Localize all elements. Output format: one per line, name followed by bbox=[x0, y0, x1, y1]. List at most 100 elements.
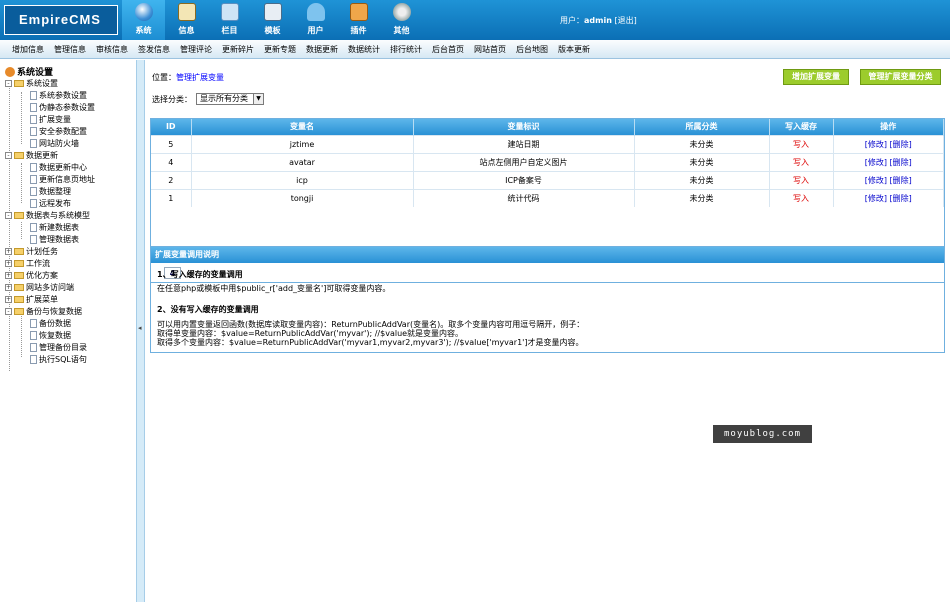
user-info: 用户：admin [退出] bbox=[560, 15, 637, 26]
edit-delete-links[interactable]: [修改] [删除] bbox=[865, 194, 912, 203]
menu-item[interactable]: 签发信息 bbox=[138, 44, 170, 55]
manage-var-category-button[interactable]: 管理扩展变量分类 bbox=[860, 69, 941, 85]
nav-label: 插件 bbox=[350, 26, 367, 35]
tree-item-backup-data[interactable]: 备份数据 bbox=[30, 318, 71, 329]
folder-icon bbox=[14, 272, 24, 279]
collapse-icon[interactable]: - bbox=[5, 308, 12, 315]
cell-actions: [修改] [删除] bbox=[833, 188, 944, 207]
tree-node-optimize[interactable]: + 优化方案 bbox=[5, 270, 58, 281]
menu-item[interactable]: 数据更新 bbox=[306, 44, 338, 55]
tree-item-exec-sql[interactable]: 执行SQL语句 bbox=[30, 354, 87, 365]
nav-system[interactable]: 系统 bbox=[122, 0, 165, 40]
cell-var-mark: ICP备案号 bbox=[413, 170, 635, 189]
edit-delete-links[interactable]: [修改] [删除] bbox=[865, 176, 912, 185]
cell-category: 未分类 bbox=[634, 170, 770, 189]
logout-link[interactable]: [退出] bbox=[614, 16, 636, 25]
menu-item[interactable]: 数据统计 bbox=[348, 44, 380, 55]
tree-node-scheduled-tasks[interactable]: + 计划任务 bbox=[5, 246, 58, 257]
tree-item-ext-vars[interactable]: 扩展变量 bbox=[30, 114, 71, 125]
tree-node-backup[interactable]: - 备份与恢复数据 bbox=[5, 306, 82, 317]
tree-item-backup-dir[interactable]: 管理备份目录 bbox=[30, 342, 87, 353]
nav-info[interactable]: 信息 bbox=[165, 0, 208, 40]
tree-item-pseudo-static[interactable]: 伪静态参数设置 bbox=[30, 102, 95, 113]
tree-root[interactable]: 系统设置 bbox=[5, 65, 53, 78]
menu-item[interactable]: 网站首页 bbox=[474, 44, 506, 55]
tree-item-sys-params[interactable]: 系统参数设置 bbox=[30, 90, 87, 101]
tree-line bbox=[21, 222, 22, 239]
menu-item[interactable]: 版本更新 bbox=[558, 44, 590, 55]
tree-item-data-tidy[interactable]: 数据整理 bbox=[30, 186, 71, 197]
nav-other[interactable]: 其他 bbox=[380, 0, 423, 40]
tree-label: 备份与恢复数据 bbox=[26, 307, 82, 316]
menu-item[interactable]: 后台首页 bbox=[432, 44, 464, 55]
tree-label: 更新信息页地址 bbox=[39, 175, 95, 184]
tree-node-data-update[interactable]: - 数据更新 bbox=[5, 150, 58, 161]
expand-icon[interactable]: + bbox=[5, 248, 12, 255]
menu-item[interactable]: 后台地图 bbox=[516, 44, 548, 55]
nav-label: 系统 bbox=[135, 26, 152, 35]
menu-item[interactable]: 管理信息 bbox=[54, 44, 86, 55]
tree-item-update-center[interactable]: 数据更新中心 bbox=[30, 162, 87, 173]
nav-user[interactable]: 用户 bbox=[294, 0, 337, 40]
nav-label: 用户 bbox=[307, 26, 324, 35]
cell-id: 5 bbox=[151, 134, 192, 153]
tree-item-security[interactable]: 安全参数配置 bbox=[30, 126, 87, 137]
menu-item[interactable]: 管理评论 bbox=[180, 44, 212, 55]
add-ext-var-button[interactable]: 增加扩展变量 bbox=[783, 69, 849, 85]
menu-item[interactable]: 排行统计 bbox=[390, 44, 422, 55]
edit-icon bbox=[177, 3, 196, 21]
edit-delete-links[interactable]: [修改] [删除] bbox=[865, 158, 912, 167]
tree-item-update-url[interactable]: 更新信息页地址 bbox=[30, 174, 95, 185]
main-content: 位置：管理扩展变量 增加扩展变量 管理扩展变量分类 选择分类： 显示所有分类 ▼ … bbox=[145, 60, 950, 602]
sidebar-splitter[interactable]: ◂ bbox=[136, 60, 145, 602]
tree-label: 优化方案 bbox=[26, 271, 58, 280]
breadcrumb-link[interactable]: 管理扩展变量 bbox=[176, 73, 224, 82]
collapse-arrow-icon[interactable]: ◂ bbox=[138, 324, 142, 332]
folder-icon bbox=[14, 152, 24, 159]
expand-icon[interactable]: + bbox=[5, 260, 12, 267]
tree-item-firewall[interactable]: 网站防火墙 bbox=[30, 138, 79, 149]
tree-item-new-table[interactable]: 新建数据表 bbox=[30, 222, 79, 233]
nav-label: 栏目 bbox=[221, 26, 238, 35]
tree-node-workflow[interactable]: + 工作流 bbox=[5, 258, 50, 269]
watermark: moyublog.com bbox=[713, 425, 812, 443]
tree-label: 计划任务 bbox=[26, 247, 58, 256]
logo: EmpireCMS bbox=[4, 5, 118, 35]
nav-template[interactable]: 模板 bbox=[251, 0, 294, 40]
tree-item-manage-tables[interactable]: 管理数据表 bbox=[30, 234, 79, 245]
tree-label: 数据更新中心 bbox=[39, 163, 87, 172]
menu-item[interactable]: 更新专题 bbox=[264, 44, 296, 55]
table-header: ID 变量名 变量标识 所属分类 写入缓存 操作 bbox=[151, 119, 944, 135]
nav-plugin[interactable]: 插件 bbox=[337, 0, 380, 40]
plugin-icon bbox=[349, 3, 368, 21]
filter-label: 选择分类： bbox=[152, 94, 192, 104]
menu-item[interactable]: 增加信息 bbox=[12, 44, 44, 55]
menu-item[interactable]: 审核信息 bbox=[96, 44, 128, 55]
category-select[interactable]: 显示所有分类 ▼ bbox=[196, 93, 264, 105]
tree-label: 数据整理 bbox=[39, 187, 71, 196]
collapse-icon[interactable]: - bbox=[5, 152, 12, 159]
expand-icon[interactable]: + bbox=[5, 296, 12, 303]
edit-delete-links[interactable]: [修改] [删除] bbox=[865, 140, 912, 149]
cell-var-mark: 站点左侧用户自定义图片 bbox=[413, 152, 635, 171]
cell-category: 未分类 bbox=[634, 152, 770, 171]
nav-column[interactable]: 栏目 bbox=[208, 0, 251, 40]
breadcrumb-prefix: 位置： bbox=[152, 73, 176, 82]
tree-item-restore-data[interactable]: 恢复数据 bbox=[30, 330, 71, 341]
tree-node-ext-menu[interactable]: + 扩展菜单 bbox=[5, 294, 58, 305]
tree-label: 工作流 bbox=[26, 259, 50, 268]
tree-node-tables-models[interactable]: - 数据表与系统模型 bbox=[5, 210, 90, 221]
folder-icon bbox=[14, 260, 24, 267]
tree-item-remote-publish[interactable]: 远程发布 bbox=[30, 198, 71, 209]
nav-label: 信息 bbox=[178, 26, 195, 35]
expand-icon[interactable]: + bbox=[5, 284, 12, 291]
tree-root-label: 系统设置 bbox=[17, 68, 54, 78]
tree-node-multi-access[interactable]: + 网站多访问端 bbox=[5, 282, 74, 293]
expand-icon[interactable]: + bbox=[5, 272, 12, 279]
collapse-icon[interactable]: - bbox=[5, 80, 12, 87]
menu-item[interactable]: 更新碎片 bbox=[222, 44, 254, 55]
tree-node-system-settings[interactable]: - 系统设置 bbox=[5, 78, 58, 89]
user-icon bbox=[306, 3, 325, 21]
folder-icon bbox=[14, 248, 24, 255]
collapse-icon[interactable]: - bbox=[5, 212, 12, 219]
